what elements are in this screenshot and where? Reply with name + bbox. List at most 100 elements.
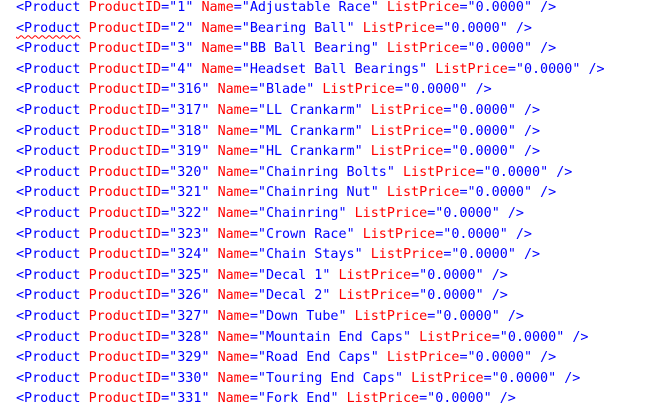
xml-tag-close: /> <box>491 288 508 304</box>
xml-attr-value: 0.0000 <box>459 247 508 263</box>
xml-line: <Product ProductID="323" Name="Crown Rac… <box>16 226 532 242</box>
xml-tag-open: <Product <box>16 164 81 180</box>
xml-attr-value: Chainring Nut <box>265 185 371 201</box>
xml-line: <Product ProductID="325" Name="Decal 1" … <box>16 267 508 283</box>
xml-attr-value: 319 <box>177 144 202 160</box>
xml-attr-value: 316 <box>177 82 202 98</box>
xml-tag-open: <Product <box>16 0 81 15</box>
xml-line: <Product ProductID="317" Name="LL Cranka… <box>16 102 541 118</box>
xml-attr-name: ProductID <box>88 61 162 77</box>
xml-attr-name: Name <box>217 247 250 263</box>
xml-attr-value: HL Crankarm <box>265 144 355 160</box>
xml-tag-open: <Product <box>16 102 81 118</box>
xml-attr-value: Chainring Bolts <box>265 164 387 180</box>
xml-attr-name: ProductID <box>88 329 162 345</box>
xml-line: <Product ProductID="326" Name="Decal 2" … <box>16 288 508 304</box>
xml-tag-close: /> <box>507 205 524 221</box>
xml-tag-close: /> <box>523 144 541 160</box>
xml-attr-name: ListPrice <box>386 0 460 15</box>
xml-attr-name: Name <box>217 391 250 407</box>
xml-attr-value: 323 <box>177 226 202 242</box>
xml-attr-value: Bearing Ball <box>249 20 347 36</box>
xml-attr-value: 0.0000 <box>475 350 524 366</box>
xml-attr-name: ProductID <box>88 350 162 366</box>
xml-tag-close: /> <box>515 226 532 242</box>
xml-tag-close: /> <box>523 102 541 118</box>
xml-attr-name: Name <box>201 0 234 15</box>
xml-attr-value: 326 <box>177 288 202 304</box>
xml-tag-open: <Product <box>16 123 81 139</box>
xml-attr-name: Name <box>217 205 250 221</box>
xml-attr-value: 318 <box>177 123 202 139</box>
xml-tag-open: <Product <box>16 144 81 160</box>
xml-attr-value: 0.0000 <box>475 185 524 201</box>
xml-attr-name: Name <box>217 144 250 160</box>
xml-attr-value: Touring End Caps <box>265 370 395 386</box>
xml-tag-open: <Product <box>16 61 81 77</box>
xml-attr-name: ProductID <box>88 370 162 386</box>
xml-attr-name: ListPrice <box>354 205 428 221</box>
xml-attr-name: Name <box>217 288 250 304</box>
xml-attr-name: ListPrice <box>386 185 460 201</box>
xml-attr-name: ListPrice <box>403 164 476 180</box>
xml-attr-name: ProductID <box>88 123 162 139</box>
xml-attr-name: ListPrice <box>370 144 444 160</box>
xml-tag-open: <Product <box>16 329 81 345</box>
xml-attr-name: ProductID <box>88 308 162 324</box>
xml-attr-name: ProductID <box>88 226 162 242</box>
xml-attr-value: 0.0000 <box>459 144 508 160</box>
xml-line: <Product ProductID="316" Name="Blade" Li… <box>16 82 492 98</box>
xml-attr-value: 0.0000 <box>475 0 524 15</box>
xml-line: <Product ProductID="320" Name="Chainring… <box>16 164 573 180</box>
xml-attr-name: ProductID <box>88 41 162 57</box>
xml-attr-value: 0.0000 <box>507 329 557 345</box>
xml-tag-close: /> <box>515 20 532 36</box>
xml-attr-value: 325 <box>177 267 202 283</box>
xml-attr-name: ListPrice <box>435 61 508 77</box>
xml-attr-name: Name <box>217 226 250 242</box>
xml-attr-value: Decal 2 <box>265 288 323 304</box>
xml-attr-value: 330 <box>177 370 202 386</box>
xml-attr-value: 327 <box>177 308 202 324</box>
xml-attr-value: 331 <box>177 391 202 407</box>
xml-attr-name: ListPrice <box>419 329 492 345</box>
xml-attr-value: 0.0000 <box>443 308 492 324</box>
xml-attr-name: ProductID <box>88 185 162 201</box>
xml-tag-close: /> <box>540 0 557 15</box>
xml-tag-open: <Product <box>16 205 81 221</box>
xml-line: <Product ProductID="331" Name="Fork End"… <box>16 391 516 407</box>
xml-attr-name: ProductID <box>88 102 162 118</box>
xml-attr-value: Crown Race <box>265 226 347 242</box>
xml-attr-name: Name <box>217 102 250 118</box>
xml-tag-close: /> <box>540 185 557 201</box>
xml-attr-value: 0.0000 <box>411 82 460 98</box>
xml-tag-open: <Product <box>16 288 81 304</box>
xml-attr-name: ProductID <box>88 82 162 98</box>
xml-tag-close: /> <box>523 123 541 139</box>
xml-attr-name: ProductID <box>88 164 162 180</box>
xml-attr-name: ListPrice <box>386 41 460 57</box>
xml-attr-name: ProductID <box>88 247 162 263</box>
xml-attr-name: Name <box>217 329 250 345</box>
xml-line: <Product ProductID="329" Name="Road End … <box>16 350 557 366</box>
xml-attr-value: BB Ball Bearing <box>249 41 371 57</box>
xml-attr-name: Name <box>217 350 250 366</box>
xml-tag-close: /> <box>572 329 589 345</box>
xml-attr-value: 0.0000 <box>475 41 524 57</box>
xml-attr-name: ProductID <box>88 20 162 36</box>
xml-attr-value: Chain Stays <box>265 247 355 263</box>
xml-attr-name: ProductID <box>88 288 162 304</box>
xml-line: <Product ProductID="328" Name="Mountain … <box>16 329 589 345</box>
xml-editor[interactable]: <Product ProductID="1" Name="Adjustable … <box>0 0 656 410</box>
xml-tag-close: /> <box>523 247 541 263</box>
xml-attr-name: ListPrice <box>386 350 460 366</box>
xml-attr-value: 0.0000 <box>443 205 492 221</box>
xml-attr-value: 0.0000 <box>523 61 573 77</box>
xml-tag-close: /> <box>588 61 605 77</box>
xml-attr-name: ProductID <box>88 267 162 283</box>
xml-attr-name: Name <box>217 267 250 283</box>
xml-attr-name: ListPrice <box>370 247 444 263</box>
xml-attr-value: Chainring <box>265 205 339 221</box>
xml-attr-value: 320 <box>177 164 202 180</box>
xml-attr-name: ListPrice <box>346 391 420 407</box>
